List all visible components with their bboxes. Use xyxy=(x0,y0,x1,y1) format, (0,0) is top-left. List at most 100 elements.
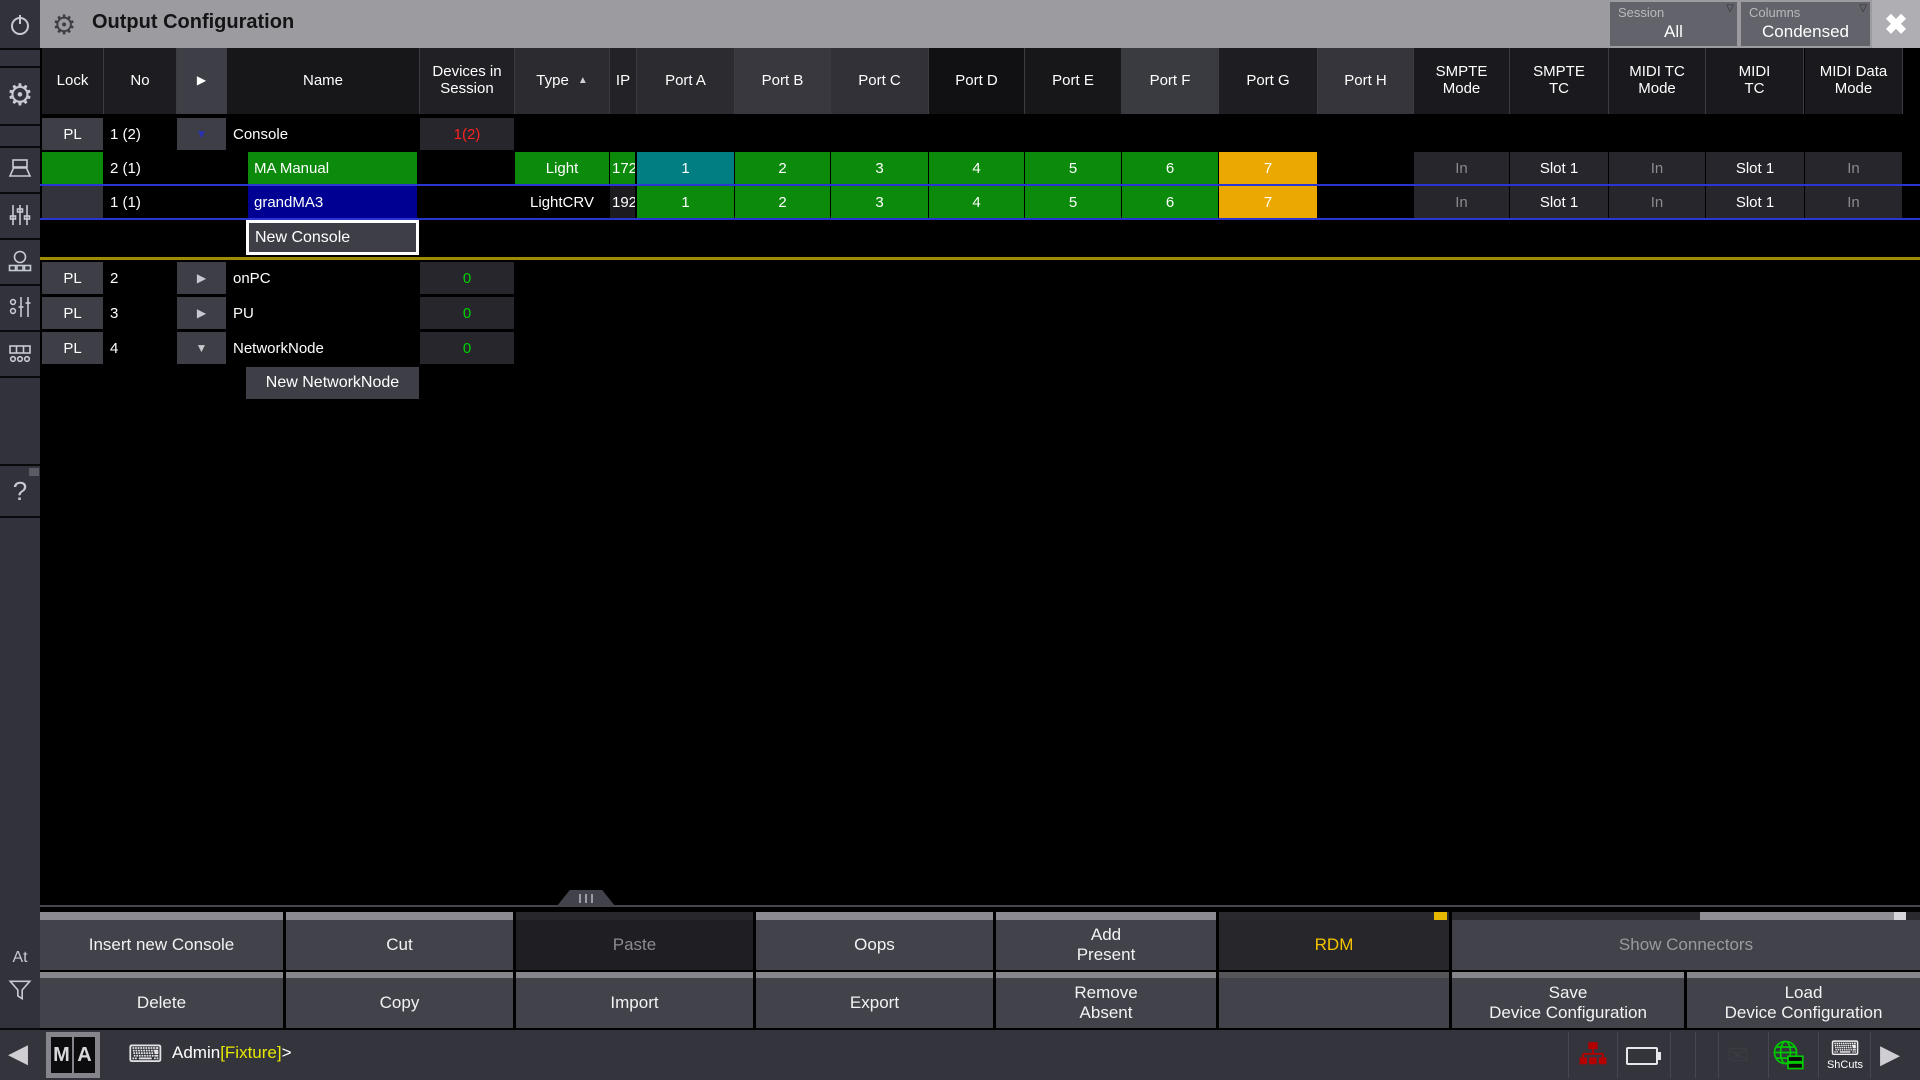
new-console-edit-field[interactable]: New Console xyxy=(246,220,419,255)
delete-button[interactable]: Delete xyxy=(40,972,283,1028)
shortcuts-button[interactable]: ⌨ ShCuts xyxy=(1822,1032,1868,1078)
cell-grandma3-name[interactable]: grandMA3 xyxy=(248,186,417,218)
cell-mamanual-port-g[interactable]: 7 xyxy=(1219,152,1317,184)
cell-grandma3-port-c[interactable]: 3 xyxy=(831,186,928,218)
splitter-drag-handle[interactable] xyxy=(557,890,615,906)
rdm-toggle-button[interactable]: RDM xyxy=(1219,920,1449,970)
column-header-port-d[interactable]: Port D xyxy=(929,48,1025,114)
column-header-port-f[interactable]: Port F xyxy=(1122,48,1219,114)
command-line-prompt[interactable]: Admin[Fixture]> xyxy=(172,1043,292,1063)
play-icon[interactable]: ▶ xyxy=(1880,1039,1900,1070)
cell-mamanual-midi-tc-mode[interactable]: In xyxy=(1609,152,1705,184)
messages-envelope-icon[interactable]: ✉ xyxy=(1727,1040,1749,1071)
column-header-no[interactable]: No xyxy=(104,48,177,114)
cell-mamanual-midi-tc[interactable]: Slot 1 xyxy=(1706,152,1804,184)
page-left-icon[interactable]: ◀ xyxy=(8,1038,28,1069)
column-header-ip[interactable]: IP xyxy=(610,48,637,114)
cell-grandma3-no[interactable]: 1 (1) xyxy=(104,186,176,218)
cell-grandma3-smpte-mode[interactable]: In xyxy=(1414,186,1509,218)
new-networknode-button[interactable]: New NetworkNode xyxy=(246,367,419,399)
console-icon[interactable] xyxy=(0,148,40,190)
cell-pu-name[interactable]: PU xyxy=(227,297,419,329)
cell-grandma3-type[interactable]: LightCRV xyxy=(515,186,609,218)
cell-mamanual-ip[interactable]: 172 xyxy=(610,152,635,184)
horizontal-scrollbar-thumb[interactable] xyxy=(1700,912,1906,920)
cell-grandma3-port-d[interactable]: 4 xyxy=(929,186,1024,218)
remove-absent-button[interactable]: Remove Absent xyxy=(996,972,1216,1028)
cell-grandma3-port-b[interactable]: 2 xyxy=(735,186,830,218)
cell-mamanual-port-f[interactable]: 6 xyxy=(1122,152,1218,184)
cell-pu-lock[interactable]: PL xyxy=(42,297,103,329)
cell-mamanual-port-d[interactable]: 4 xyxy=(929,152,1024,184)
cell-mamanual-port-b[interactable]: 2 xyxy=(735,152,830,184)
column-header-port-g[interactable]: Port G xyxy=(1219,48,1318,114)
session-dropdown[interactable]: Session ▽ All xyxy=(1610,2,1737,46)
column-header-smpte-mode[interactable]: SMPTE Mode xyxy=(1414,48,1510,114)
cell-mamanual-name[interactable]: MA Manual xyxy=(248,152,417,184)
paste-button[interactable]: Paste xyxy=(516,920,753,970)
close-button[interactable]: ✖ xyxy=(1872,0,1920,48)
remote-globe-icon[interactable] xyxy=(1772,1039,1804,1071)
cell-grandma3-ip[interactable]: 192 xyxy=(610,186,635,218)
battery-status-icon[interactable] xyxy=(1626,1047,1658,1065)
column-header-midi-tc[interactable]: MIDI TC xyxy=(1706,48,1804,114)
cell-grandma3-lock[interactable] xyxy=(42,186,103,218)
show-connectors-button[interactable]: Show Connectors xyxy=(1452,920,1920,970)
column-header-expand[interactable]: ▶ xyxy=(177,48,227,114)
cell-networknode-devices[interactable]: 0 xyxy=(420,332,514,364)
column-header-port-c[interactable]: Port C xyxy=(831,48,929,114)
cell-grandma3-midi-tc-mode[interactable]: In xyxy=(1609,186,1705,218)
cell-mamanual-smpte-tc[interactable]: Slot 1 xyxy=(1510,152,1608,184)
cell-pu-no[interactable]: 3 xyxy=(104,297,176,329)
export-button[interactable]: Export xyxy=(756,972,993,1028)
cell-grandma3-smpte-tc[interactable]: Slot 1 xyxy=(1510,186,1608,218)
column-header-type[interactable]: Type ▲ xyxy=(515,48,610,114)
oops-button[interactable]: Oops xyxy=(756,920,993,970)
cell-mamanual-type[interactable]: Light xyxy=(515,152,609,184)
column-header-lock[interactable]: Lock xyxy=(42,48,104,114)
cell-pu-devices[interactable]: 0 xyxy=(420,297,514,329)
filter-funnel-icon[interactable] xyxy=(0,972,40,1008)
save-device-configuration-button[interactable]: Save Device Configuration xyxy=(1452,972,1684,1028)
cell-grandma3-port-e[interactable]: 5 xyxy=(1025,186,1121,218)
cell-console-lock[interactable]: PL xyxy=(42,118,103,150)
scrollbar-end-grip[interactable] xyxy=(1894,912,1906,920)
power-icon[interactable] xyxy=(0,6,40,44)
cell-mamanual-lock[interactable] xyxy=(42,152,103,184)
collapse-networknode-button[interactable]: ▼ xyxy=(177,332,226,364)
copy-button[interactable]: Copy xyxy=(286,972,513,1028)
column-header-midi-data-mode[interactable]: MIDI Data Mode xyxy=(1805,48,1903,114)
cell-console-name[interactable]: Console xyxy=(227,118,419,150)
cell-networknode-no[interactable]: 4 xyxy=(104,332,176,364)
cell-networknode-lock[interactable]: PL xyxy=(42,332,103,364)
cut-button[interactable]: Cut xyxy=(286,920,513,970)
cell-networknode-name[interactable]: NetworkNode xyxy=(227,332,419,364)
network-status-icon[interactable] xyxy=(1579,1041,1607,1069)
cell-mamanual-port-e[interactable]: 5 xyxy=(1025,152,1121,184)
column-header-smpte-tc[interactable]: SMPTE TC xyxy=(1510,48,1609,114)
network-nodes-icon[interactable] xyxy=(0,240,40,282)
load-device-configuration-button[interactable]: Load Device Configuration xyxy=(1687,972,1920,1028)
column-header-port-h[interactable]: Port H xyxy=(1318,48,1414,114)
cell-console-no[interactable]: 1 (2) xyxy=(104,118,176,150)
cell-onpc-no[interactable]: 2 xyxy=(104,262,176,294)
cell-grandma3-midi-data-mode[interactable]: In xyxy=(1805,186,1902,218)
cell-onpc-name[interactable]: onPC xyxy=(227,262,419,294)
cell-grandma3-midi-tc[interactable]: Slot 1 xyxy=(1706,186,1804,218)
settings-gear-icon[interactable]: ⚙ xyxy=(0,68,40,122)
column-header-name[interactable]: Name xyxy=(227,48,420,114)
import-button[interactable]: Import xyxy=(516,972,753,1028)
columns-dropdown[interactable]: Columns ▽ Condensed xyxy=(1741,2,1870,46)
cell-mamanual-port-a[interactable]: 1 xyxy=(637,152,734,184)
expand-onpc-button[interactable]: ▶ xyxy=(177,262,226,294)
column-header-port-a[interactable]: Port A xyxy=(637,48,735,114)
cell-grandma3-port-f[interactable]: 6 xyxy=(1122,186,1218,218)
column-header-port-e[interactable]: Port E xyxy=(1025,48,1122,114)
keyboard-icon[interactable]: ⌨ xyxy=(128,1040,163,1069)
cell-grandma3-port-a[interactable]: 1 xyxy=(637,186,734,218)
column-header-midi-tc-mode[interactable]: MIDI TC Mode xyxy=(1609,48,1706,114)
insert-new-console-button[interactable]: Insert new Console xyxy=(40,920,283,970)
mixer-icon[interactable] xyxy=(0,286,40,328)
cell-onpc-lock[interactable]: PL xyxy=(42,262,103,294)
ma-logo-button[interactable]: M A xyxy=(46,1032,100,1078)
